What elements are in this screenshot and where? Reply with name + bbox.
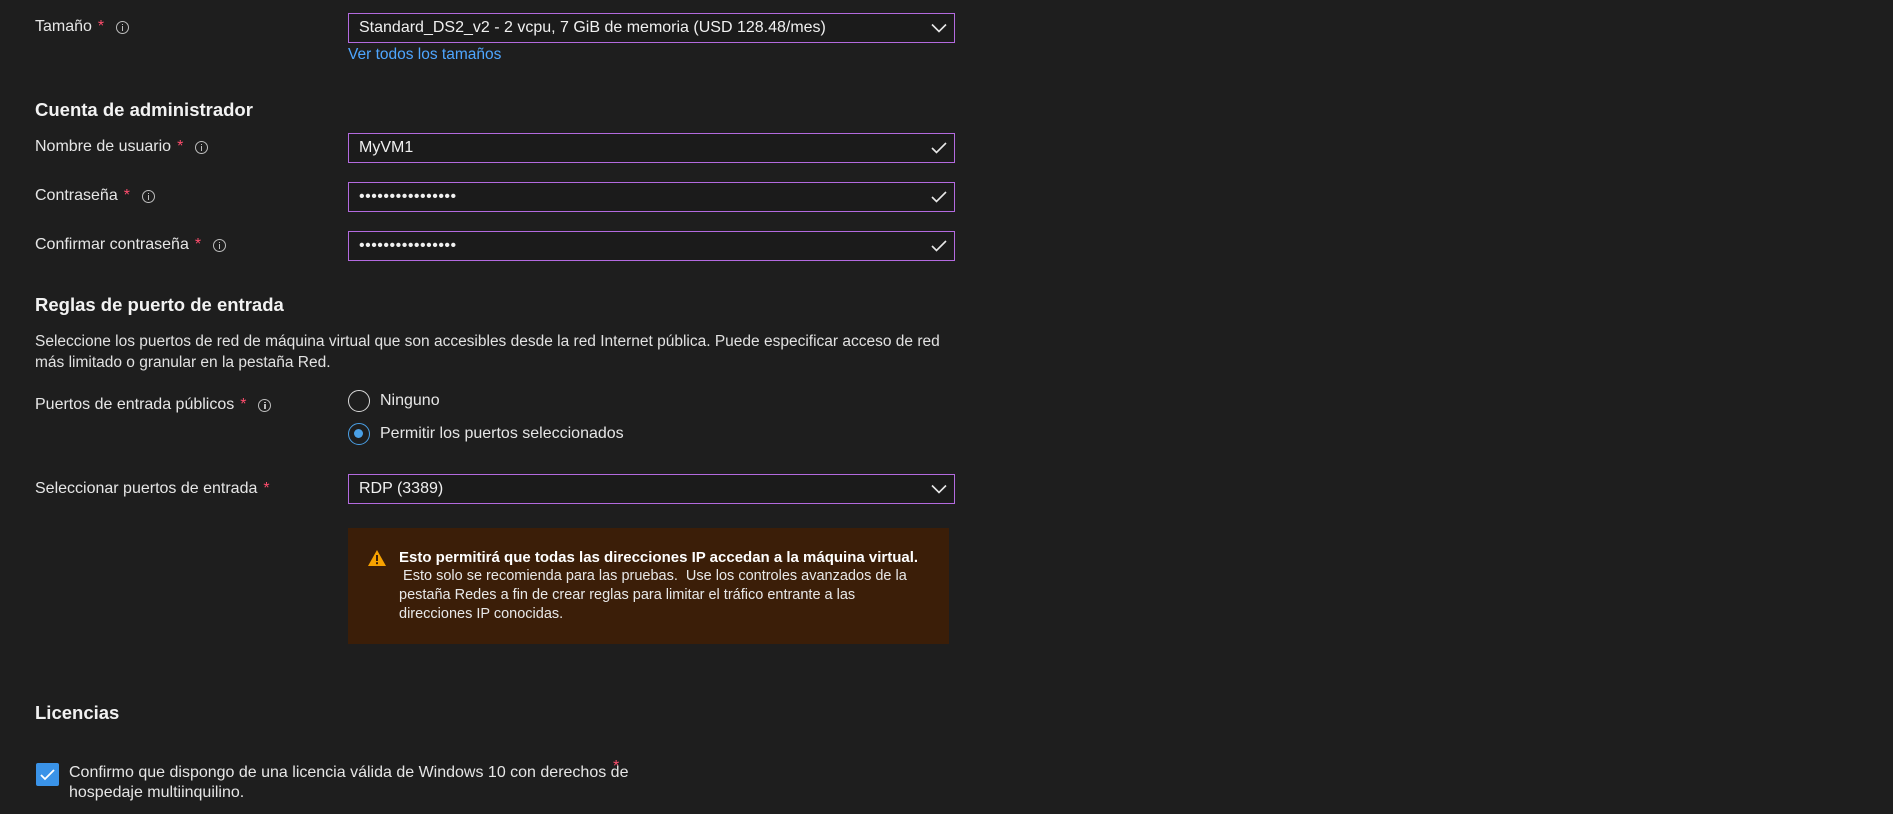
- licensing-heading: Licencias: [35, 702, 120, 723]
- checkmark-icon: [40, 768, 55, 780]
- chevron-down-icon: [924, 23, 954, 33]
- radio-allow-selected-label: Permitir los puertos seleccionados: [380, 425, 624, 442]
- radio-allow-selected[interactable]: Permitir los puertos seleccionados: [348, 423, 624, 445]
- select-ports-dropdown[interactable]: RDP (3389): [348, 474, 955, 504]
- username-label: Nombre de usuario *: [35, 138, 209, 156]
- public-ports-label-text: Puertos de entrada públicos: [35, 396, 235, 413]
- required-asterisk: *: [97, 18, 105, 35]
- select-ports-label-text: Seleccionar puertos de entrada: [35, 480, 258, 497]
- size-dropdown[interactable]: Standard_DS2_v2 - 2 vcpu, 7 GiB de memor…: [348, 13, 955, 43]
- radio-none[interactable]: Ninguno: [348, 390, 440, 412]
- warning-triangle-icon: [367, 549, 387, 572]
- select-ports-value: RDP (3389): [359, 480, 444, 497]
- username-value: MyVM1: [359, 139, 414, 156]
- required-asterisk: *: [123, 187, 130, 204]
- info-icon[interactable]: [141, 189, 155, 203]
- size-label-text: Tamaño: [35, 18, 92, 35]
- confirm-password-input[interactable]: ••••••••••••••••: [348, 231, 955, 261]
- license-checkbox[interactable]: [36, 763, 59, 786]
- info-icon[interactable]: [195, 140, 209, 154]
- warning-body: Esto solo se recomienda para las pruebas…: [399, 568, 911, 622]
- required-asterisk: *: [263, 480, 270, 497]
- info-icon[interactable]: [213, 238, 227, 252]
- password-label-text: Contraseña: [35, 187, 118, 204]
- radio-button-selected[interactable]: [348, 423, 370, 445]
- admin-heading: Cuenta de administrador: [35, 99, 253, 120]
- password-value: ••••••••••••••••: [359, 188, 457, 205]
- select-ports-label: Seleccionar puertos de entrada *: [35, 480, 270, 498]
- required-asterisk: *: [240, 396, 247, 413]
- inbound-heading: Reglas de puerto de entrada: [35, 294, 284, 315]
- username-input[interactable]: MyVM1: [348, 133, 955, 163]
- confirm-password-label-text: Confirmar contraseña: [35, 236, 189, 253]
- warning-banner: Esto permitirá que todas las direcciones…: [348, 528, 949, 644]
- public-ports-label: Puertos de entrada públicos *: [35, 396, 272, 414]
- radio-button[interactable]: [348, 390, 370, 412]
- inbound-description-line: más limitado o granular en la pestaña Re…: [35, 354, 331, 371]
- password-label: Contraseña *: [35, 187, 155, 205]
- confirm-password-label: Confirmar contraseña *: [35, 236, 227, 254]
- chevron-down-icon: [924, 484, 954, 494]
- size-label: Tamaño *: [35, 18, 130, 36]
- radio-none-label: Ninguno: [380, 392, 440, 409]
- size-value: Standard_DS2_v2 - 2 vcpu, 7 GiB de memor…: [359, 19, 826, 36]
- inbound-description: Seleccione los puertos de red de máquina…: [35, 331, 955, 373]
- license-confirm-text: Confirmo que dispongo de una licencia vá…: [69, 764, 629, 801]
- username-label-text: Nombre de usuario: [35, 138, 172, 155]
- info-icon[interactable]: [116, 20, 130, 34]
- required-asterisk: *: [194, 236, 202, 253]
- checkmark-icon: [924, 142, 954, 154]
- password-input[interactable]: ••••••••••••••••: [348, 182, 955, 212]
- warning-text: Esto permitirá que todas las direcciones…: [399, 548, 929, 624]
- inbound-description-line: Seleccione los puertos de red de máquina…: [35, 333, 940, 350]
- info-icon[interactable]: [258, 398, 272, 412]
- checkmark-icon: [924, 191, 954, 203]
- checkmark-icon: [924, 240, 954, 252]
- warning-title: Esto permitirá que todas las direcciones…: [399, 549, 919, 566]
- required-asterisk: *: [613, 758, 620, 775]
- see-all-sizes-link[interactable]: Ver todos los tamaños: [348, 46, 501, 64]
- confirm-password-value: ••••••••••••••••: [359, 237, 457, 254]
- required-asterisk: *: [177, 138, 184, 155]
